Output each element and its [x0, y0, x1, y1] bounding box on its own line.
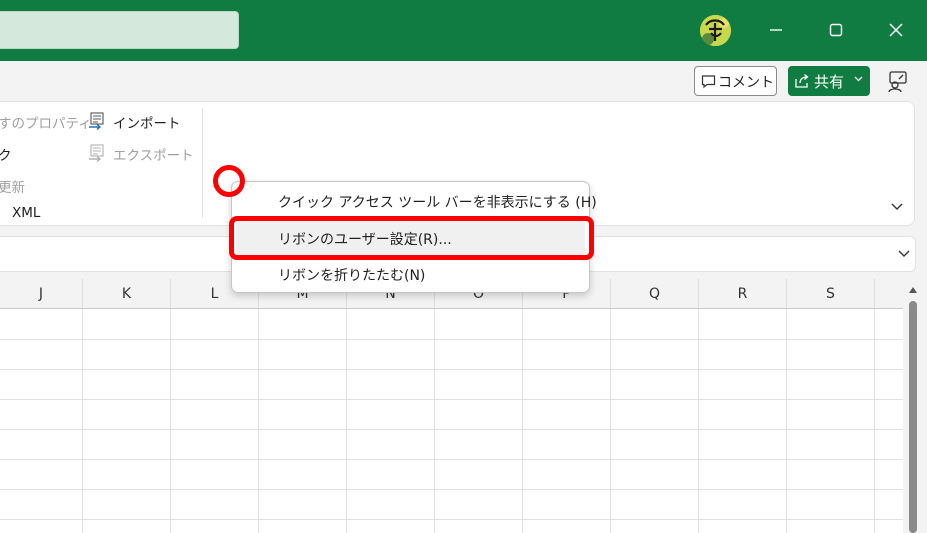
scroll-up-arrow-icon[interactable]: [907, 284, 919, 296]
ribbon-map-properties: すのプロパティ: [0, 116, 92, 132]
ribbon-separator: [202, 108, 203, 218]
column-header-s[interactable]: S: [787, 279, 875, 309]
maximize-icon[interactable]: [824, 18, 848, 42]
formula-expand-chevron-icon[interactable]: [896, 245, 912, 261]
chevron-down-icon[interactable]: [854, 72, 863, 86]
share-icon: [795, 74, 809, 88]
ribbon-import-button[interactable]: インポート: [113, 112, 181, 132]
share-button[interactable]: 共有: [788, 66, 870, 96]
column-header-q[interactable]: Q: [611, 279, 699, 309]
ribbon-expand-chevron-icon[interactable]: [889, 198, 905, 214]
menu-item-label: クイック アクセス ツール バーを非表示にする (H): [278, 195, 597, 211]
comment-button[interactable]: コメント: [694, 66, 777, 96]
scrollbar-thumb[interactable]: [909, 301, 917, 533]
ribbon-export-button: エクスポート: [113, 148, 194, 164]
column-header-t[interactable]: [875, 279, 903, 309]
title-bar: [0, 0, 927, 61]
column-header-r[interactable]: R: [699, 279, 787, 309]
import-icon: [88, 111, 108, 131]
highlight-rectangle: [229, 216, 594, 260]
present-icon[interactable]: [884, 67, 912, 95]
ribbon-item-ku[interactable]: ク: [0, 144, 12, 164]
menu-item-hide-quick-access-toolbar[interactable]: クイック アクセス ツール バーを非表示にする (H): [232, 184, 597, 218]
menu-item-collapse-ribbon[interactable]: リボンを折りたたむ(N): [232, 257, 589, 291]
avatar[interactable]: [700, 15, 731, 46]
worksheet-grid[interactable]: [0, 309, 903, 533]
menu-item-label: リボンを折りたたむ(N): [278, 268, 426, 284]
column-header-j[interactable]: J: [0, 279, 83, 309]
minimize-icon[interactable]: [764, 18, 788, 42]
ribbon-group-label-xml: XML: [12, 205, 41, 221]
column-header-k[interactable]: K: [83, 279, 171, 309]
comment-label: コメント: [718, 75, 774, 91]
search-box[interactable]: [0, 11, 239, 49]
click-position-circle: [213, 165, 245, 197]
close-icon[interactable]: [884, 18, 908, 42]
comment-icon: [701, 75, 716, 89]
share-label: 共有: [814, 73, 845, 91]
export-icon: [88, 143, 108, 163]
ribbon-refresh-data: 更新: [0, 180, 25, 196]
